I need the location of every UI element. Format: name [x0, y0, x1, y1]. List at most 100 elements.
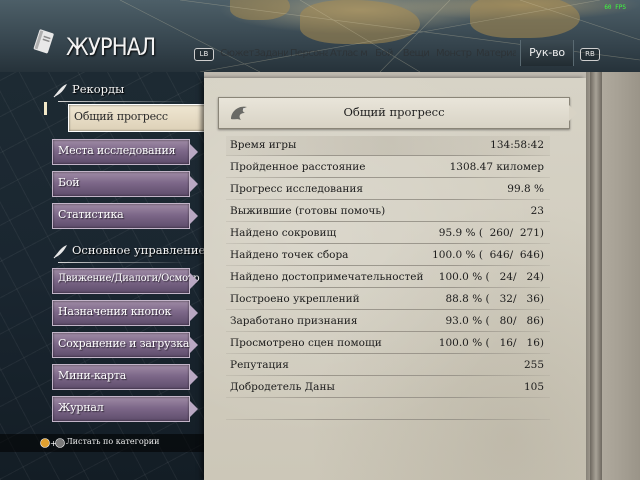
stat-name: Выжившие (готовы помочь): [230, 205, 386, 217]
stat-row-reputation: Репутация 255: [226, 356, 550, 376]
lb-button-icon[interactable]: LB: [194, 48, 214, 61]
stat-name: Найдено точек сбора: [230, 249, 349, 261]
stat-name: Найдено достопримечательностей: [230, 271, 424, 283]
stat-row-survivors: Выжившие (готовы помочь) 23: [226, 202, 550, 222]
stat-value: 23: [530, 205, 544, 217]
tab-world-atlas[interactable]: Атлас мира: [330, 43, 368, 65]
tab-story[interactable]: Сюжет: [220, 43, 254, 65]
hint-label: Листать по категории: [66, 437, 160, 446]
row-divider: [226, 221, 550, 222]
stat-value: 134:58:42: [490, 139, 544, 151]
row-divider: [226, 287, 550, 288]
sidebar-item-label: Места исследования: [58, 144, 176, 157]
chevron-right-icon: [569, 105, 577, 121]
tab-quests[interactable]: Задания: [254, 43, 288, 65]
stat-value: 88.8 % ( 32/ 36): [445, 293, 544, 305]
scroll-icon: [53, 84, 67, 98]
sidebar-item-label: Бой: [58, 176, 80, 189]
sidebar-item-label: Назначения кнопок: [58, 305, 172, 318]
chevron-right-icon: [190, 273, 198, 289]
stat-name: Найдено сокровищ: [230, 227, 337, 239]
sidebar-item-label: Сохранение и загрузка: [58, 337, 190, 350]
stat-value: 255: [523, 359, 544, 371]
paper-scroll-edge: [586, 72, 640, 480]
scroll-rod: [590, 72, 602, 480]
chevron-right-icon: [190, 401, 198, 417]
stat-name: Просмотрено сцен помощи: [230, 337, 382, 349]
sidebar-item-journal[interactable]: Журнал: [52, 396, 198, 422]
stat-row-exploration: Прогресс исследования 99.8 %: [226, 180, 550, 200]
chevron-right-icon: [190, 144, 198, 160]
scroll-icon: [53, 245, 67, 259]
sidebar-item-minimap[interactable]: Мини-карта: [52, 364, 198, 390]
stat-name: Репутация: [230, 359, 289, 371]
stat-row-empty: [226, 400, 550, 420]
stat-value: 100.0 % ( 646/ 646): [432, 249, 544, 261]
stat-value: 95.9 % ( 260/ 271): [438, 227, 544, 239]
section-records: Рекорды: [52, 80, 192, 102]
row-divider: [226, 309, 550, 310]
sidebar-item-exploration-sites[interactable]: Места исследования: [52, 139, 198, 165]
stat-name: Построено укреплений: [230, 293, 360, 305]
journal-book-icon: [33, 29, 54, 54]
journal-tabs: Сюжет Задания Персонажи Атлас мира Бой В…: [220, 40, 576, 66]
section-divider: [58, 101, 188, 102]
stat-name: Пройденное расстояние: [230, 161, 366, 173]
stat-name: Прогресс исследования: [230, 183, 363, 195]
tab-materials[interactable]: Материалы: [476, 43, 516, 65]
sidebar-item-statistics[interactable]: Статистика: [52, 203, 198, 229]
row-divider: [226, 419, 550, 420]
controls-hint: + Листать по категории: [0, 434, 204, 452]
tab-combat[interactable]: Бой: [372, 43, 396, 65]
section-basic-controls: Основное управление: [52, 241, 205, 263]
trigger-buttons-icon: +: [40, 438, 65, 448]
stat-value: 1308.47 киломер: [449, 161, 544, 173]
stat-name: Добродетель Даны: [230, 381, 335, 393]
journal-header: 60 FPS ЖУРНАЛ LB Сюжет Задания Персонажи…: [0, 0, 640, 72]
stat-value: 99.8 %: [507, 183, 544, 195]
page-title: ЖУРНАЛ: [66, 33, 156, 61]
sidebar-item-overall-progress[interactable]: Общий прогресс: [68, 104, 216, 132]
sidebar-item-save-load[interactable]: Сохранение и загрузка: [52, 332, 198, 358]
row-divider: [226, 177, 550, 178]
sidebar-item-label: Мини-карта: [58, 369, 127, 382]
sidebar-item-label: Журнал: [58, 401, 104, 414]
row-divider: [226, 199, 550, 200]
stat-row-distance: Пройденное расстояние 1308.47 киломер: [226, 158, 550, 178]
stat-row-fortifications: Построено укреплений 88.8 % ( 32/ 36): [226, 290, 550, 310]
sidebar-item-button-mapping[interactable]: Назначения кнопок: [52, 300, 198, 326]
selection-marker: [44, 102, 47, 115]
stat-value: 105: [523, 381, 544, 393]
row-divider: [226, 243, 550, 244]
section-label: Основное управление: [72, 243, 206, 257]
stat-row-gathering-points: Найдено точек сбора 100.0 % ( 646/ 646): [226, 246, 550, 266]
sidebar-item-movement-dialog[interactable]: Движение/Диалоги/Осмотр: [52, 268, 200, 294]
row-divider: [226, 155, 550, 156]
stat-row-dana-virtue: Добродетель Даны 105: [226, 378, 550, 398]
tab-monsters[interactable]: Монстры: [436, 43, 472, 65]
stat-name: Заработано признания: [230, 315, 358, 327]
tab-guide[interactable]: Рук-во: [520, 40, 574, 66]
content-title-bar: Общий прогресс: [218, 97, 577, 129]
chevron-right-icon: [190, 337, 198, 353]
fps-counter: 60 FPS: [604, 4, 626, 11]
row-divider: [226, 331, 550, 332]
row-divider: [226, 375, 550, 376]
section-label: Рекорды: [72, 82, 125, 96]
stat-row-playtime: Время игры 134:58:42: [226, 136, 550, 156]
rb-button-icon[interactable]: RB: [580, 48, 600, 61]
tab-characters[interactable]: Персонажи: [290, 43, 328, 65]
row-divider: [226, 265, 550, 266]
row-divider: [226, 397, 550, 398]
content-title: Общий прогресс: [343, 105, 445, 119]
sidebar-item-combat[interactable]: Бой: [52, 171, 198, 197]
stat-value: 100.0 % ( 24/ 24): [438, 271, 544, 283]
sidebar-item-label: Движение/Диалоги/Осмотр: [58, 273, 200, 284]
stat-row-treasures: Найдено сокровищ 95.9 % ( 260/ 271): [226, 224, 550, 244]
stat-row-help-scenes: Просмотрено сцен помощи 100.0 % ( 16/ 16…: [226, 334, 550, 354]
stat-row-landmarks: Найдено достопримечательностей 100.0 % (…: [226, 268, 550, 288]
chevron-right-icon: [190, 176, 198, 192]
stat-name: Время игры: [230, 139, 297, 151]
stat-value: 100.0 % ( 16/ 16): [438, 337, 544, 349]
tab-items[interactable]: Вещи: [400, 43, 432, 65]
